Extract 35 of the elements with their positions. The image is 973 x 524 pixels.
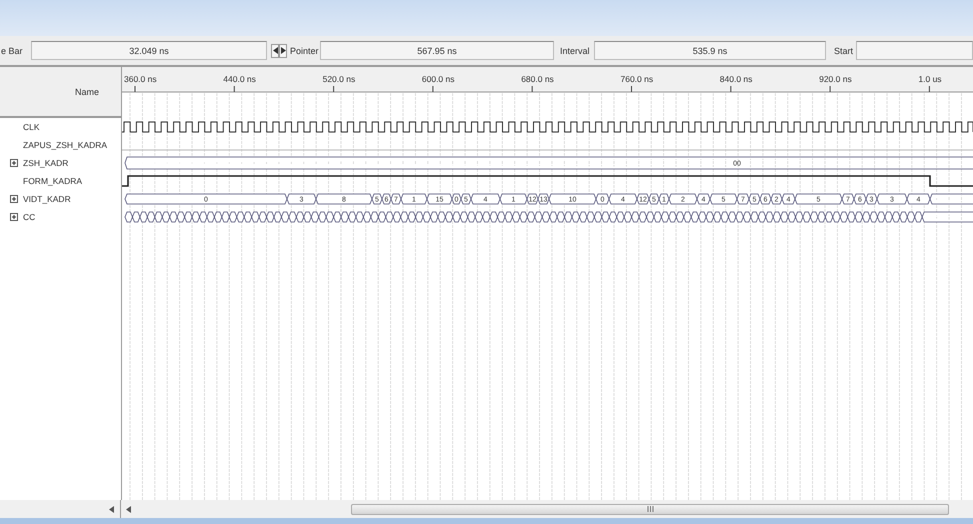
tick-label: 840.0 ns [720,74,752,84]
signal-name[interactable]: ZAPUS_ZSH_KADRA [23,140,108,150]
right-arrow-icon [280,47,286,54]
scroll-left-icon[interactable] [126,506,131,512]
tick-label: 520.0 ns [322,74,356,84]
scrollbar-thumb[interactable] [351,504,949,514]
time-bar-label: e Bar [0,46,24,56]
expand-icon[interactable] [10,159,18,167]
tick-label: 760.0 ns [620,74,654,84]
left-arrow-icon [272,47,278,54]
interval-field[interactable]: 535.9 ns [594,41,826,60]
start-label: Start [834,46,854,56]
signal-name[interactable]: ZSH_KADR [23,158,68,168]
signal-name[interactable]: VIDT_KADR [23,194,71,204]
signal-name[interactable]: CLK [23,122,40,132]
signal-name[interactable]: CC [23,212,36,222]
expand-icon[interactable] [10,195,18,203]
previous-button[interactable] [271,44,279,58]
tick-label: 1.0 us [918,74,942,84]
tick-label: 680.0 ns [521,74,554,84]
name-column-header[interactable]: Name [0,67,121,118]
expand-icon[interactable] [10,213,18,221]
next-button[interactable] [279,44,287,58]
interval-label: Interval [560,46,591,56]
tick-label: 600.0 ns [422,74,455,84]
scroll-left-icon[interactable] [109,506,114,512]
pointer-label: Pointer [290,46,320,56]
tick-label: 360.0 ns [124,74,157,84]
grip-icon [646,506,654,512]
signal-name[interactable]: FORM_KADRA [23,176,82,186]
tick-label: 440.0 ns [223,74,256,84]
pointer-field[interactable]: 567.95 ns [320,41,554,60]
start-field[interactable] [856,41,973,60]
time-bar-field[interactable]: 32.049 ns [31,41,267,60]
tick-label: 920.0 ns [819,74,852,84]
